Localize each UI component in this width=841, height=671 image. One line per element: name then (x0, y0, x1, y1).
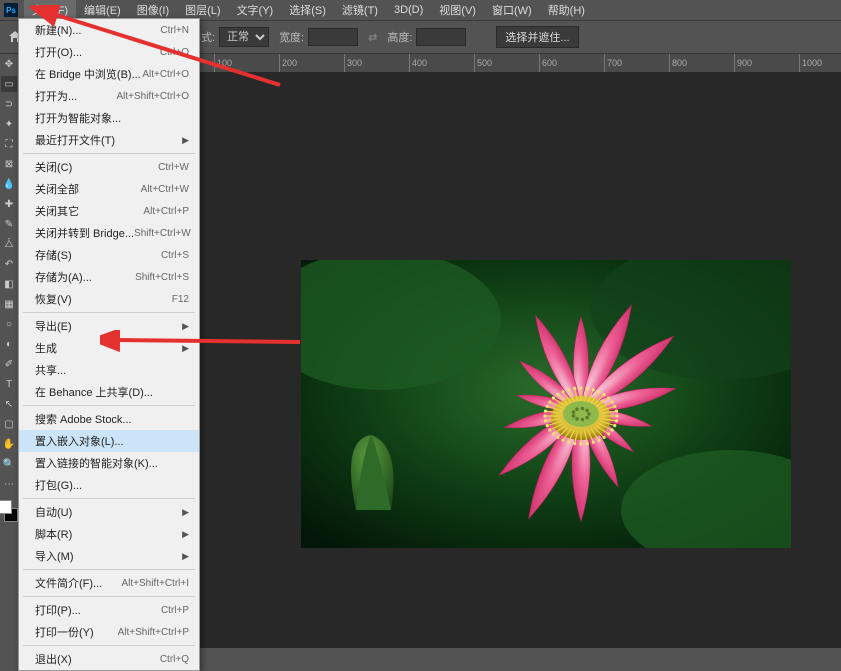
menu-item[interactable]: 置入嵌入对象(L)... (19, 430, 199, 452)
menu-item[interactable]: 存储为(A)...Shift+Ctrl+S (19, 266, 199, 288)
menu-item[interactable]: 在 Bridge 中浏览(B)...Alt+Ctrl+O (19, 63, 199, 85)
ps-logo: Ps (4, 3, 18, 17)
menu-file[interactable]: 文件(F) (24, 0, 76, 20)
menu-help[interactable]: 帮助(H) (540, 0, 593, 20)
menu-item[interactable]: 导入(M)▶ (19, 545, 199, 567)
menu-edit[interactable]: 编辑(E) (76, 0, 129, 20)
gradient-tool[interactable]: ▦ (1, 296, 17, 312)
menu-item[interactable]: 生成▶ (19, 337, 199, 359)
hand-tool[interactable]: ✋ (1, 436, 17, 452)
foreground-color[interactable] (0, 500, 12, 514)
pen-tool[interactable]: ✐ (1, 356, 17, 372)
menu-3d[interactable]: 3D(D) (386, 2, 431, 18)
marquee-tool[interactable]: ▭ (1, 76, 17, 92)
menu-item[interactable]: 关闭并转到 Bridge...Shift+Ctrl+W (19, 222, 199, 244)
shape-tool[interactable]: ▢ (1, 416, 17, 432)
edit-toolbar[interactable]: ⋯ (1, 476, 17, 492)
type-tool[interactable]: T (1, 376, 17, 392)
blur-tool[interactable]: ○ (1, 316, 17, 332)
menu-item[interactable]: 关闭(C)Ctrl+W (19, 156, 199, 178)
menu-filter[interactable]: 滤镜(T) (334, 0, 386, 20)
document-image[interactable] (301, 260, 791, 548)
menu-item[interactable]: 存储(S)Ctrl+S (19, 244, 199, 266)
heal-tool[interactable]: ✚ (1, 196, 17, 212)
menu-type[interactable]: 文字(Y) (229, 0, 282, 20)
dodge-tool[interactable]: ◐ (1, 336, 17, 352)
menu-window[interactable]: 窗口(W) (484, 0, 540, 20)
menu-item[interactable]: 打开为智能对象... (19, 107, 199, 129)
menu-item[interactable]: 恢复(V)F12 (19, 288, 199, 310)
color-swatches[interactable] (0, 500, 18, 522)
menu-item[interactable]: 搜索 Adobe Stock... (19, 408, 199, 430)
select-and-mask-button[interactable]: 选择并遮住... (496, 26, 578, 48)
menu-item[interactable]: 自动(U)▶ (19, 501, 199, 523)
menu-item[interactable]: 关闭其它Alt+Ctrl+P (19, 200, 199, 222)
menu-item[interactable]: 文件简介(F)...Alt+Shift+Ctrl+I (19, 572, 199, 594)
history-brush-tool[interactable]: ↶ (1, 256, 17, 272)
width-input[interactable] (308, 28, 358, 46)
menubar: Ps 文件(F) 编辑(E) 图像(I) 图层(L) 文字(Y) 选择(S) 滤… (0, 0, 841, 20)
menu-item[interactable]: 置入链接的智能对象(K)... (19, 452, 199, 474)
eyedropper-tool[interactable]: 💧 (1, 176, 17, 192)
zoom-tool[interactable]: 🔍 (1, 456, 17, 472)
wand-tool[interactable]: ✦ (1, 116, 17, 132)
crop-tool[interactable]: ⛶ (1, 136, 17, 152)
height-label: 高度: (387, 29, 412, 45)
style-select[interactable]: 正常 (219, 27, 269, 47)
move-tool[interactable]: ✥ (1, 56, 17, 72)
lasso-tool[interactable]: ⊃ (1, 96, 17, 112)
brush-tool[interactable]: ✎ (1, 216, 17, 232)
menu-item[interactable]: 打开为...Alt+Shift+Ctrl+O (19, 85, 199, 107)
stamp-tool[interactable]: ⧊ (1, 236, 17, 252)
eraser-tool[interactable]: ◧ (1, 276, 17, 292)
height-field: 高度: (387, 28, 466, 46)
menu-item[interactable]: 打印一份(Y)Alt+Shift+Ctrl+P (19, 621, 199, 643)
menu-item[interactable]: 共享... (19, 359, 199, 381)
menu-view[interactable]: 视图(V) (431, 0, 484, 20)
menu-item[interactable]: 最近打开文件(T)▶ (19, 129, 199, 151)
swap-icon[interactable]: ⇄ (368, 31, 377, 44)
path-tool[interactable]: ↖ (1, 396, 17, 412)
menu-item[interactable]: 关闭全部Alt+Ctrl+W (19, 178, 199, 200)
menu-item[interactable]: 打开(O)...Ctrl+O (19, 41, 199, 63)
menu-item[interactable]: 打包(G)... (19, 474, 199, 496)
menu-item[interactable]: 导出(E)▶ (19, 315, 199, 337)
menu-item[interactable]: 在 Behance 上共享(D)... (19, 381, 199, 403)
width-label: 宽度: (279, 29, 304, 45)
width-field: 宽度: (279, 28, 358, 46)
menu-select[interactable]: 选择(S) (281, 0, 334, 20)
menu-image[interactable]: 图像(I) (129, 0, 177, 20)
file-dropdown: 新建(N)...Ctrl+N打开(O)...Ctrl+O在 Bridge 中浏览… (18, 18, 200, 671)
toolbar: ✥ ▭ ⊃ ✦ ⛶ ⊠ 💧 ✚ ✎ ⧊ ↶ ◧ ▦ ○ ◐ ✐ T ↖ ▢ ✋ … (0, 54, 18, 524)
menu-item[interactable]: 打印(P)...Ctrl+P (19, 599, 199, 621)
frame-tool[interactable]: ⊠ (1, 156, 17, 172)
menu-layer[interactable]: 图层(L) (177, 0, 228, 20)
menu-item[interactable]: 脚本(R)▶ (19, 523, 199, 545)
menu-item[interactable]: 新建(N)...Ctrl+N (19, 19, 199, 41)
height-input[interactable] (416, 28, 466, 46)
menu-item[interactable]: 退出(X)Ctrl+Q (19, 648, 199, 670)
style-field: 样式: 正常 (190, 27, 269, 47)
